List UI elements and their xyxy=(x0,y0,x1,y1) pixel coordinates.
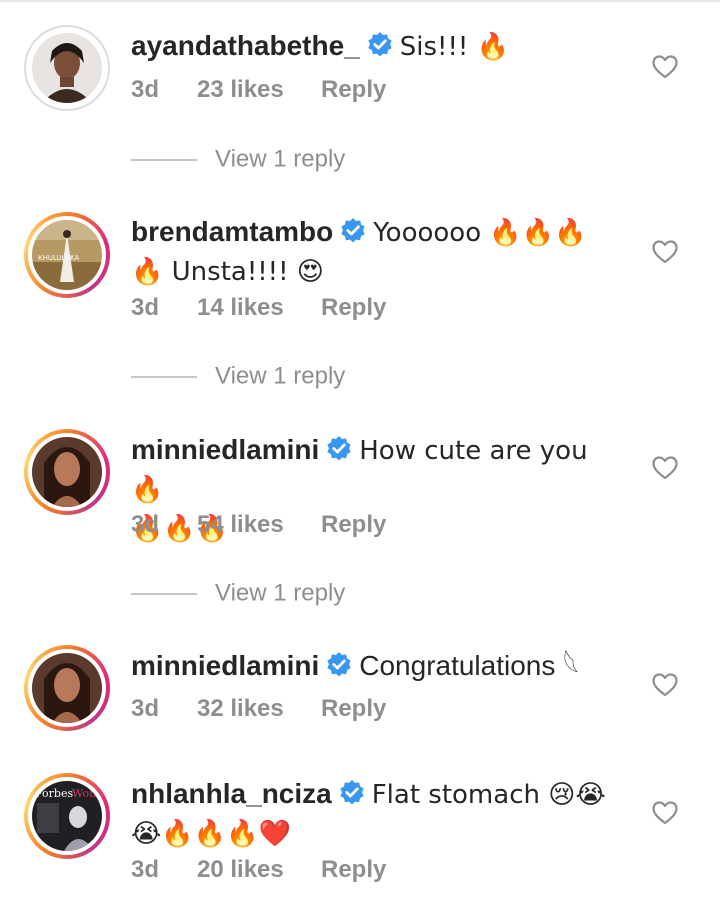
reply-thread-line xyxy=(131,375,197,378)
comment-meta: 3d 23 likes Reply xyxy=(131,76,386,104)
view-replies-label: View 1 reply xyxy=(215,579,346,607)
reply-button[interactable]: Reply xyxy=(321,511,386,539)
comment-time: 3d xyxy=(131,76,160,103)
heart-icon[interactable] xyxy=(652,55,678,79)
comment-time: 3d xyxy=(131,511,160,538)
verified-badge-icon xyxy=(341,218,365,243)
comment-meta: 3d 14 likes Reply xyxy=(131,294,386,322)
comment-body-continued: 🔥 Unsta!!!! 😍 xyxy=(131,257,324,287)
avatar[interactable]: KHULULEKA xyxy=(24,212,110,298)
reply-thread-line xyxy=(131,592,197,595)
comment-text: nhlanhla_nciza Flat stomach 😢😭 😭🔥🔥🔥❤️ xyxy=(131,775,611,853)
reply-button[interactable]: Reply xyxy=(321,856,386,884)
svg-text:KHULULEKA: KHULULEKA xyxy=(38,254,79,262)
comment-body: Sis!!! 🔥 xyxy=(399,32,509,62)
comment-time: 3d xyxy=(131,856,160,883)
comment-likes[interactable]: 20 likes xyxy=(197,856,321,884)
avatar-image xyxy=(32,653,102,723)
comment-likes[interactable]: 23 likes xyxy=(197,76,321,104)
view-replies-button[interactable]: View 1 reply xyxy=(131,579,345,609)
heart-icon[interactable] xyxy=(652,240,678,264)
comment-username[interactable]: minniedlamini xyxy=(131,650,319,681)
verified-badge-icon xyxy=(340,780,364,805)
heart-icon[interactable] xyxy=(652,801,678,825)
verified-badge-icon xyxy=(327,652,351,677)
verified-badge-icon xyxy=(368,32,392,57)
avatar-image xyxy=(32,437,102,507)
reply-button[interactable]: Reply xyxy=(321,695,386,723)
avatar[interactable] xyxy=(24,25,110,111)
avatar[interactable]: Forbes Woman xyxy=(24,773,110,859)
heart-icon[interactable] xyxy=(652,673,678,697)
comment-username[interactable]: brendamtambo xyxy=(131,216,333,247)
avatar-image: Forbes Woman xyxy=(32,781,102,851)
comment-time: 3d xyxy=(131,294,160,321)
comment-username[interactable]: ayandathabethe_ xyxy=(131,30,360,61)
reply-button[interactable]: Reply xyxy=(321,76,386,104)
comment-text: minniedlamini Congratulations 𓆩 xyxy=(131,647,611,685)
comment-likes[interactable]: 32 likes xyxy=(197,695,321,723)
comment-body-continued: 😭🔥🔥🔥❤️ xyxy=(131,819,291,849)
reply-button[interactable]: Reply xyxy=(321,294,386,322)
view-replies-button[interactable]: View 1 reply xyxy=(131,145,345,175)
comment-username[interactable]: nhlanhla_nciza xyxy=(131,778,332,809)
comment-body: Congratulations 𓆩 xyxy=(359,650,579,681)
svg-text:Forbes: Forbes xyxy=(35,787,73,800)
view-replies-label: View 1 reply xyxy=(215,145,346,173)
comment-text: ayandathabethe_ Sis!!! 🔥 xyxy=(131,27,611,66)
heart-icon[interactable] xyxy=(652,456,678,480)
avatar[interactable] xyxy=(24,429,110,515)
svg-text:Woman: Woman xyxy=(72,787,102,800)
top-divider xyxy=(0,0,720,2)
view-replies-button[interactable]: View 1 reply xyxy=(131,362,345,392)
view-replies-label: View 1 reply xyxy=(215,362,346,390)
comment-body: Yoooooo 🔥🔥🔥 xyxy=(373,218,587,248)
avatar[interactable] xyxy=(24,645,110,731)
comment-text: brendamtambo Yoooooo 🔥🔥🔥 🔥 Unsta!!!! 😍 xyxy=(131,213,611,291)
comment-username[interactable]: minniedlamini xyxy=(131,434,319,465)
verified-badge-icon xyxy=(327,436,351,461)
comment-meta: 3d 32 likes Reply xyxy=(131,695,386,723)
comment-likes[interactable]: 54 likes xyxy=(197,511,321,539)
comment-body: Flat stomach 😢😭 xyxy=(371,780,606,810)
reply-thread-line xyxy=(131,158,197,161)
comment-time: 3d xyxy=(131,695,160,722)
comment-meta: 3d 20 likes Reply xyxy=(131,856,386,884)
comment-likes[interactable]: 14 likes xyxy=(197,294,321,322)
avatar-image: KHULULEKA xyxy=(32,220,102,290)
avatar-image xyxy=(32,33,102,103)
comment-meta: 3d 54 likes Reply xyxy=(131,511,386,539)
